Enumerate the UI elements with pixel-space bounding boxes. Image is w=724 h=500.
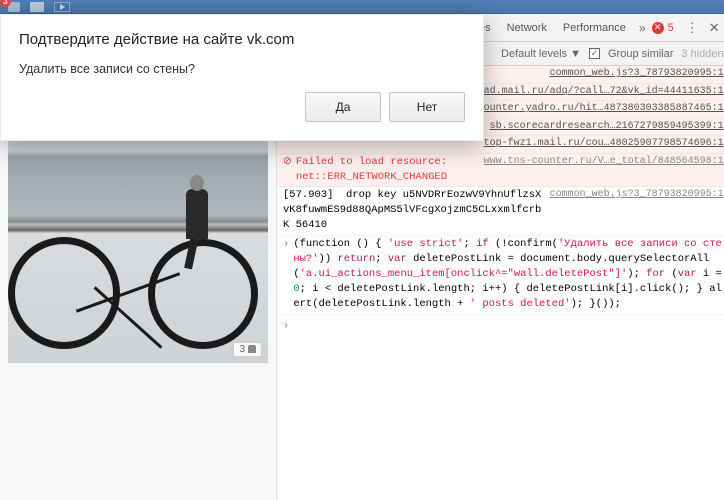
input-chevron-icon: › — [283, 237, 289, 313]
tab-performance[interactable]: Performance — [556, 16, 633, 40]
group-similar-label: Group similar — [608, 48, 673, 60]
confirm-dialog: Подтвердите действие на сайте vk.com Уда… — [0, 14, 484, 141]
levels-dropdown[interactable]: Default levels ▼ — [501, 48, 581, 60]
photo-tag-badge[interactable]: 3 — [233, 342, 262, 357]
log-source-link[interactable]: common_web.js?3_78793820995:1 — [550, 67, 724, 82]
tab-network[interactable]: Network — [500, 16, 554, 40]
dialog-no-button[interactable]: Нет — [389, 92, 465, 122]
log-source-link[interactable]: www.tns-counter.ru/V…e_total/848564598:1 — [484, 155, 724, 185]
error-count: 5 — [668, 22, 674, 34]
log-source-link[interactable]: common_web.js?3_78793820995:1 — [550, 188, 724, 234]
devtools-close-icon[interactable]: ✕ — [705, 20, 724, 36]
error-badge-icon[interactable]: ✕ — [652, 22, 664, 34]
log-source-link[interactable]: top-fwz1.mail.ru/cou…48025907798574696:1 — [484, 137, 724, 152]
play-icon[interactable] — [54, 2, 70, 12]
log-source-link[interactable]: sb.scorecardresearch…216727985949539​9:1 — [490, 120, 724, 135]
notifications-icon[interactable] — [8, 2, 20, 12]
log-source-link[interactable]: ad.mail.ru/adq/?call…72&vk_id=44411635:1 — [484, 85, 724, 100]
hidden-count: 3 hidden — [681, 48, 723, 60]
log-code: (function () { 'use strict'; if (!confir… — [293, 237, 723, 313]
dialog-body: Удалить все записи со стены? — [1, 58, 483, 92]
log-message: Failed to load resource: net::ERR_NETWOR… — [296, 155, 478, 185]
vk-header — [0, 0, 724, 14]
group-similar-checkbox[interactable]: ✓ — [589, 48, 600, 59]
person-icon — [248, 345, 256, 353]
error-icon: ⊘ — [283, 155, 292, 185]
console-prompt[interactable]: › — [277, 315, 724, 338]
tabs-more[interactable]: » — [635, 21, 650, 35]
log-message: [57.903] drop key u5NVDRrEozwV9YhnUflzsX… — [283, 188, 544, 234]
dialog-title: Подтвердите действие на сайте vk.com — [1, 15, 483, 58]
tag-count: 3 — [239, 344, 245, 355]
devtools-menu-icon[interactable]: ⋮ — [682, 20, 703, 36]
log-source-link[interactable]: counter.yadro.ru/hit…487380303385887465:… — [478, 102, 724, 117]
dialog-yes-button[interactable]: Да — [305, 92, 381, 122]
music-icon[interactable] — [30, 2, 44, 12]
